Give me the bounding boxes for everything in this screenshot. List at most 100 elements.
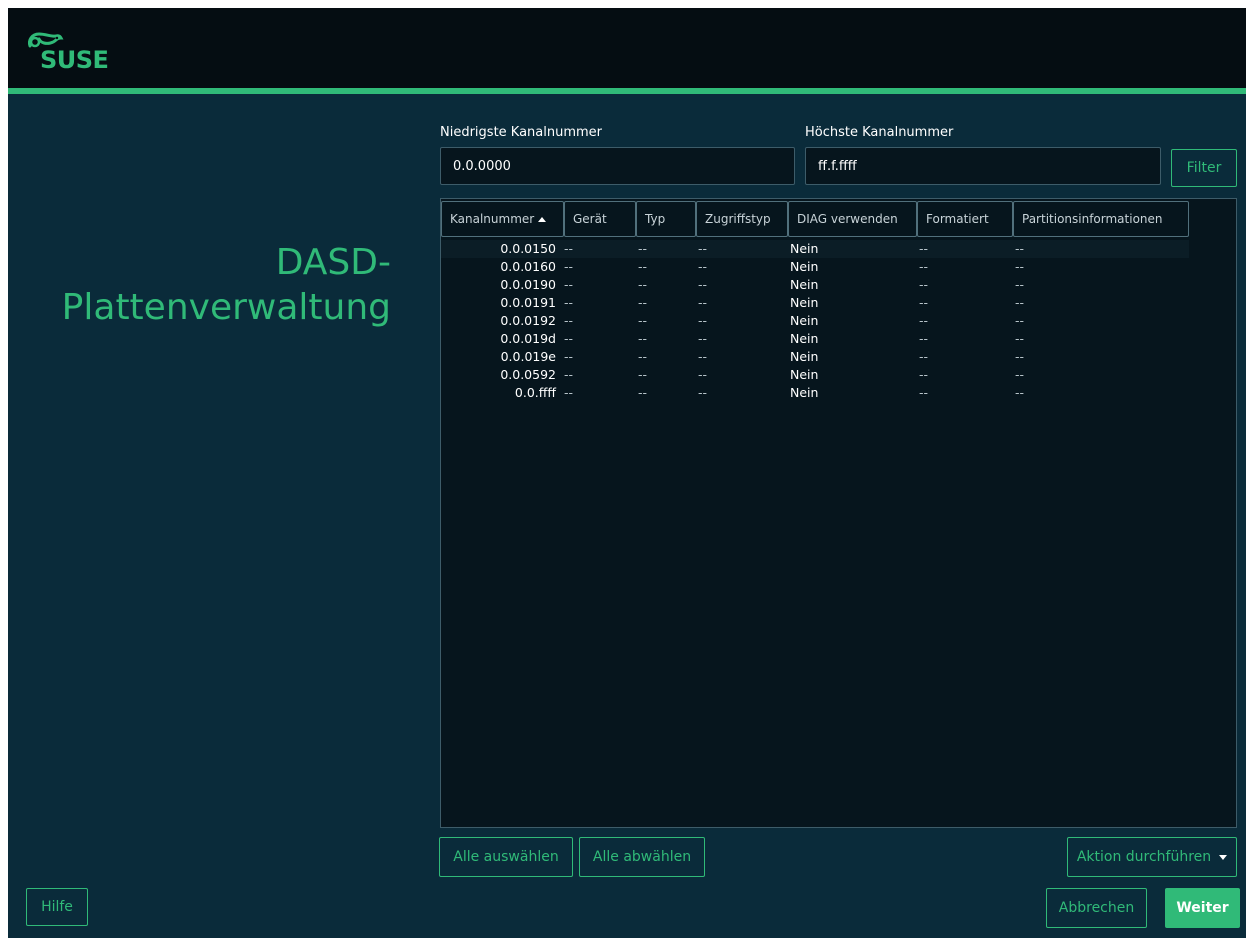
cell-geraet: -- — [564, 295, 574, 310]
cell-typ: -- — [638, 385, 648, 400]
cell-formatiert: -- — [919, 313, 929, 328]
table-row[interactable]: 0.0.019e -- -- -- Nein -- -- — [441, 348, 1236, 366]
cell-geraet: -- — [564, 241, 574, 256]
column-header-label: DIAG verwenden — [797, 212, 898, 226]
cell-zugriffstyp: -- — [698, 277, 708, 292]
cell-typ: -- — [638, 349, 648, 364]
cell-typ: -- — [638, 295, 648, 310]
cell-diag: Nein — [790, 367, 819, 382]
column-header-label: Formatiert — [926, 212, 989, 226]
cell-diag: Nein — [790, 295, 819, 310]
page-title-line-1: DASD- — [275, 242, 391, 283]
column-header-label: Kanalnummer — [450, 212, 535, 226]
help-label: Hilfe — [41, 899, 73, 915]
cell-typ: -- — [638, 313, 648, 328]
dasd-table[interactable]: Kanalnummer Gerät Typ Zugriffstyp DIAG v… — [440, 198, 1237, 828]
help-button[interactable]: Hilfe — [26, 888, 88, 926]
column-header-label: Typ — [645, 212, 666, 226]
cell-partitionsinformationen: -- — [1015, 259, 1025, 274]
cell-diag: Nein — [790, 241, 819, 256]
perform-action-menu-button[interactable]: Aktion durchführen — [1067, 837, 1237, 877]
cell-geraet: -- — [564, 331, 574, 346]
cell-kanalnummer: 0.0.019e — [500, 349, 556, 364]
cell-geraet: -- — [564, 313, 574, 328]
column-header-typ[interactable]: Typ — [636, 201, 696, 237]
column-header-zugriffstyp[interactable]: Zugriffstyp — [696, 201, 788, 237]
cell-partitionsinformationen: -- — [1015, 349, 1025, 364]
filter-button[interactable]: Filter — [1171, 149, 1237, 187]
cell-partitionsinformationen: -- — [1015, 385, 1025, 400]
cell-kanalnummer: 0.0.019d — [500, 331, 556, 346]
cell-kanalnummer: 0.0.ffff — [514, 385, 556, 400]
cell-formatiert: -- — [919, 349, 929, 364]
cell-diag: Nein — [790, 277, 819, 292]
next-button[interactable]: Weiter — [1165, 888, 1240, 928]
deselect-all-button[interactable]: Alle abwählen — [579, 837, 705, 877]
cell-zugriffstyp: -- — [698, 295, 708, 310]
cell-geraet: -- — [564, 367, 574, 382]
cell-typ: -- — [638, 259, 648, 274]
cell-diag: Nein — [790, 313, 819, 328]
top-bar: SUSE — [8, 8, 1246, 88]
cancel-button[interactable]: Abbrechen — [1046, 888, 1147, 928]
table-row[interactable]: 0.0.0150 -- -- -- Nein -- -- — [441, 240, 1189, 258]
min-channel-label: Niedrigste Kanalnummer — [440, 125, 603, 140]
table-row[interactable]: 0.0.0592 -- -- -- Nein -- -- — [441, 366, 1236, 384]
column-header-formatiert[interactable]: Formatiert — [917, 201, 1013, 237]
table-row[interactable]: 0.0.019d -- -- -- Nein -- -- — [441, 330, 1236, 348]
cell-partitionsinformationen: -- — [1015, 241, 1025, 256]
cell-partitionsinformationen: -- — [1015, 277, 1025, 292]
table-body: 0.0.0150 -- -- -- Nein -- -- 0.0.0160 -- -- -- Nein… — [441, 240, 1236, 402]
select-all-button[interactable]: Alle auswählen — [439, 837, 573, 877]
max-channel-input[interactable] — [805, 147, 1161, 185]
cell-kanalnummer: 0.0.0192 — [500, 313, 556, 328]
cell-zugriffstyp: -- — [698, 259, 708, 274]
cell-kanalnummer: 0.0.0160 — [500, 259, 556, 274]
column-header-label: Zugriffstyp — [705, 212, 771, 226]
cell-zugriffstyp: -- — [698, 349, 708, 364]
cell-kanalnummer: 0.0.0190 — [500, 277, 556, 292]
cell-diag: Nein — [790, 331, 819, 346]
cell-kanalnummer: 0.0.0150 — [500, 241, 556, 256]
cell-zugriffstyp: -- — [698, 241, 708, 256]
min-channel-input[interactable] — [440, 147, 795, 185]
cell-diag: Nein — [790, 385, 819, 400]
cell-formatiert: -- — [919, 367, 929, 382]
cell-formatiert: -- — [919, 277, 929, 292]
cell-partitionsinformationen: -- — [1015, 313, 1025, 328]
max-channel-label: Höchste Kanalnummer — [805, 125, 954, 140]
page-title: DASD- Plattenverwaltung — [62, 240, 391, 330]
column-header-diag[interactable]: DIAG verwenden — [788, 201, 917, 237]
next-label: Weiter — [1176, 900, 1229, 916]
cell-zugriffstyp: -- — [698, 313, 708, 328]
cell-geraet: -- — [564, 259, 574, 274]
cell-geraet: -- — [564, 349, 574, 364]
cancel-label: Abbrechen — [1058, 900, 1135, 916]
table-row[interactable]: 0.0.0192 -- -- -- Nein -- -- — [441, 312, 1236, 330]
suse-logo: SUSE — [26, 30, 126, 76]
table-row[interactable]: 0.0.ffff -- -- -- Nein -- -- — [441, 384, 1236, 402]
column-header-label: Partitionsinformationen — [1022, 212, 1163, 226]
column-header-kanalnummer[interactable]: Kanalnummer — [441, 201, 564, 237]
cell-typ: -- — [638, 277, 648, 292]
cell-formatiert: -- — [919, 385, 929, 400]
table-row[interactable]: 0.0.0191 -- -- -- Nein -- -- — [441, 294, 1236, 312]
cell-geraet: -- — [564, 277, 574, 292]
brand-accent-line — [8, 88, 1246, 94]
cell-zugriffstyp: -- — [698, 367, 708, 382]
column-header-partitionsinformationen[interactable]: Partitionsinformationen — [1013, 201, 1189, 237]
cell-diag: Nein — [790, 349, 819, 364]
table-row[interactable]: 0.0.0160 -- -- -- Nein -- -- — [441, 258, 1236, 276]
cell-kanalnummer: 0.0.0191 — [500, 295, 556, 310]
cell-partitionsinformationen: -- — [1015, 331, 1025, 346]
brand-name: SUSE — [40, 46, 109, 74]
page-title-line-2: Plattenverwaltung — [61, 287, 391, 328]
cell-formatiert: -- — [919, 241, 929, 256]
cell-formatiert: -- — [919, 295, 929, 310]
table-row[interactable]: 0.0.0190 -- -- -- Nein -- -- — [441, 276, 1236, 294]
column-header-geraet[interactable]: Gerät — [564, 201, 636, 237]
cell-typ: -- — [638, 367, 648, 382]
chevron-down-icon — [1219, 854, 1228, 860]
select-all-label: Alle auswählen — [453, 849, 559, 865]
cell-formatiert: -- — [919, 331, 929, 346]
